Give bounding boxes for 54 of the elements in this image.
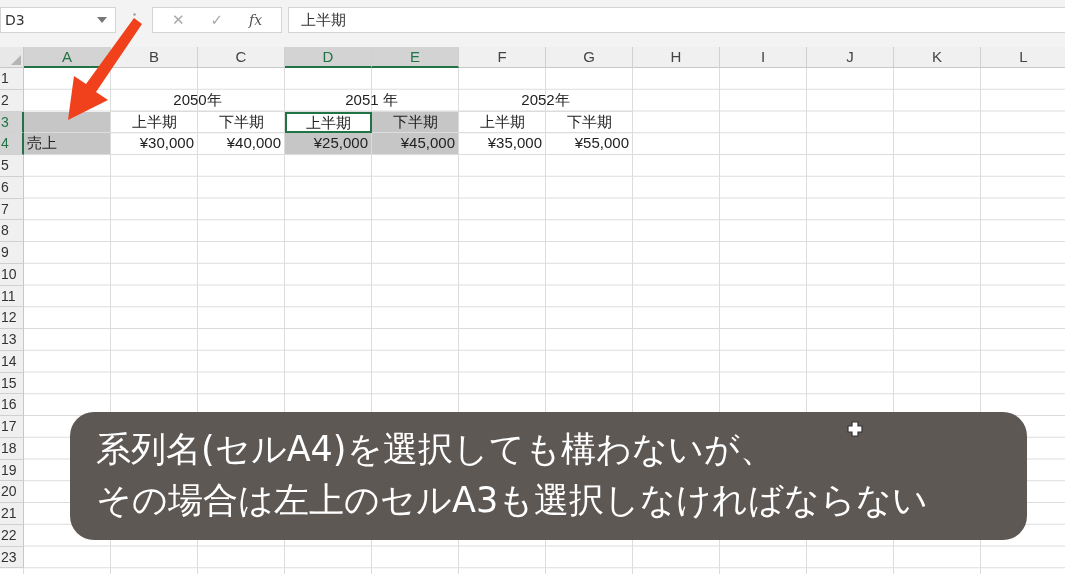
row-header[interactable]: 1 [0, 68, 24, 90]
row-header[interactable]: 11 [0, 285, 24, 308]
caption-text: 系列名(セルA4)を選択しても構わないが、 [96, 428, 775, 471]
table-cell[interactable]: 上半期 [285, 111, 372, 134]
column-header[interactable]: H [633, 47, 720, 68]
column-header[interactable]: I [720, 47, 807, 68]
column-header[interactable]: B [111, 47, 198, 68]
row-header[interactable]: 23 [0, 546, 24, 569]
table-cell[interactable]: 売上 [24, 133, 111, 155]
row-header[interactable]: 20 [0, 481, 24, 503]
table-cell[interactable]: ¥55,000 [546, 133, 633, 155]
row-header[interactable]: 16 [0, 394, 24, 416]
table-cell[interactable]: 2051 年 [285, 89, 459, 112]
row-header[interactable]: 4 [0, 133, 24, 155]
formula-input[interactable]: 上半期 [288, 7, 1065, 33]
table-cell[interactable]: ¥35,000 [459, 133, 546, 155]
table-cell[interactable]: ¥45,000 [372, 133, 459, 155]
table-cell[interactable]: 上半期 [111, 111, 198, 134]
row-header[interactable]: 21 [0, 503, 24, 525]
table-cell[interactable]: ¥30,000 [111, 133, 198, 155]
column-header[interactable]: G [546, 47, 633, 68]
column-header[interactable]: F [459, 47, 546, 68]
row-header[interactable]: 15 [0, 372, 24, 395]
insert-function-button[interactable]: fx [248, 12, 263, 28]
name-box[interactable]: D3 [0, 7, 116, 33]
column-header[interactable]: E [372, 47, 459, 68]
column-header[interactable]: L [981, 47, 1065, 68]
row-header[interactable]: 9 [0, 242, 24, 264]
row-header[interactable]: 22 [0, 524, 24, 547]
row-header[interactable]: 7 [0, 198, 24, 221]
row-header[interactable]: 13 [0, 329, 24, 351]
column-header[interactable]: J [807, 47, 894, 68]
column-header[interactable]: D [285, 47, 372, 68]
caption-text: その場合は左上のセルA3も選択しなければならない [96, 479, 929, 522]
row-header[interactable]: 10 [0, 263, 24, 286]
row-header[interactable]: 6 [0, 176, 24, 199]
row-header[interactable]: 8 [0, 220, 24, 242]
table-cell[interactable]: 下半期 [546, 111, 633, 134]
column-header[interactable]: C [198, 47, 285, 68]
table-cell[interactable]: 2052年 [459, 89, 633, 112]
table-cell[interactable]: 下半期 [372, 111, 459, 134]
column-header[interactable]: K [894, 47, 981, 68]
row-header[interactable]: 14 [0, 350, 24, 373]
column-header[interactable]: A [24, 47, 111, 68]
row-header[interactable]: 3 [0, 111, 24, 134]
table-cell[interactable]: 2050年 [111, 89, 285, 112]
row-header[interactable]: 17 [0, 416, 24, 438]
table-cell[interactable]: 上半期 [459, 111, 546, 134]
row-header[interactable]: 18 [0, 437, 24, 460]
row-header[interactable]: 12 [0, 307, 24, 329]
row-header[interactable]: 5 [0, 155, 24, 177]
row-header[interactable]: 2 [0, 89, 24, 112]
table-cell[interactable]: ¥25,000 [285, 133, 372, 155]
row-header[interactable]: 19 [0, 459, 24, 482]
